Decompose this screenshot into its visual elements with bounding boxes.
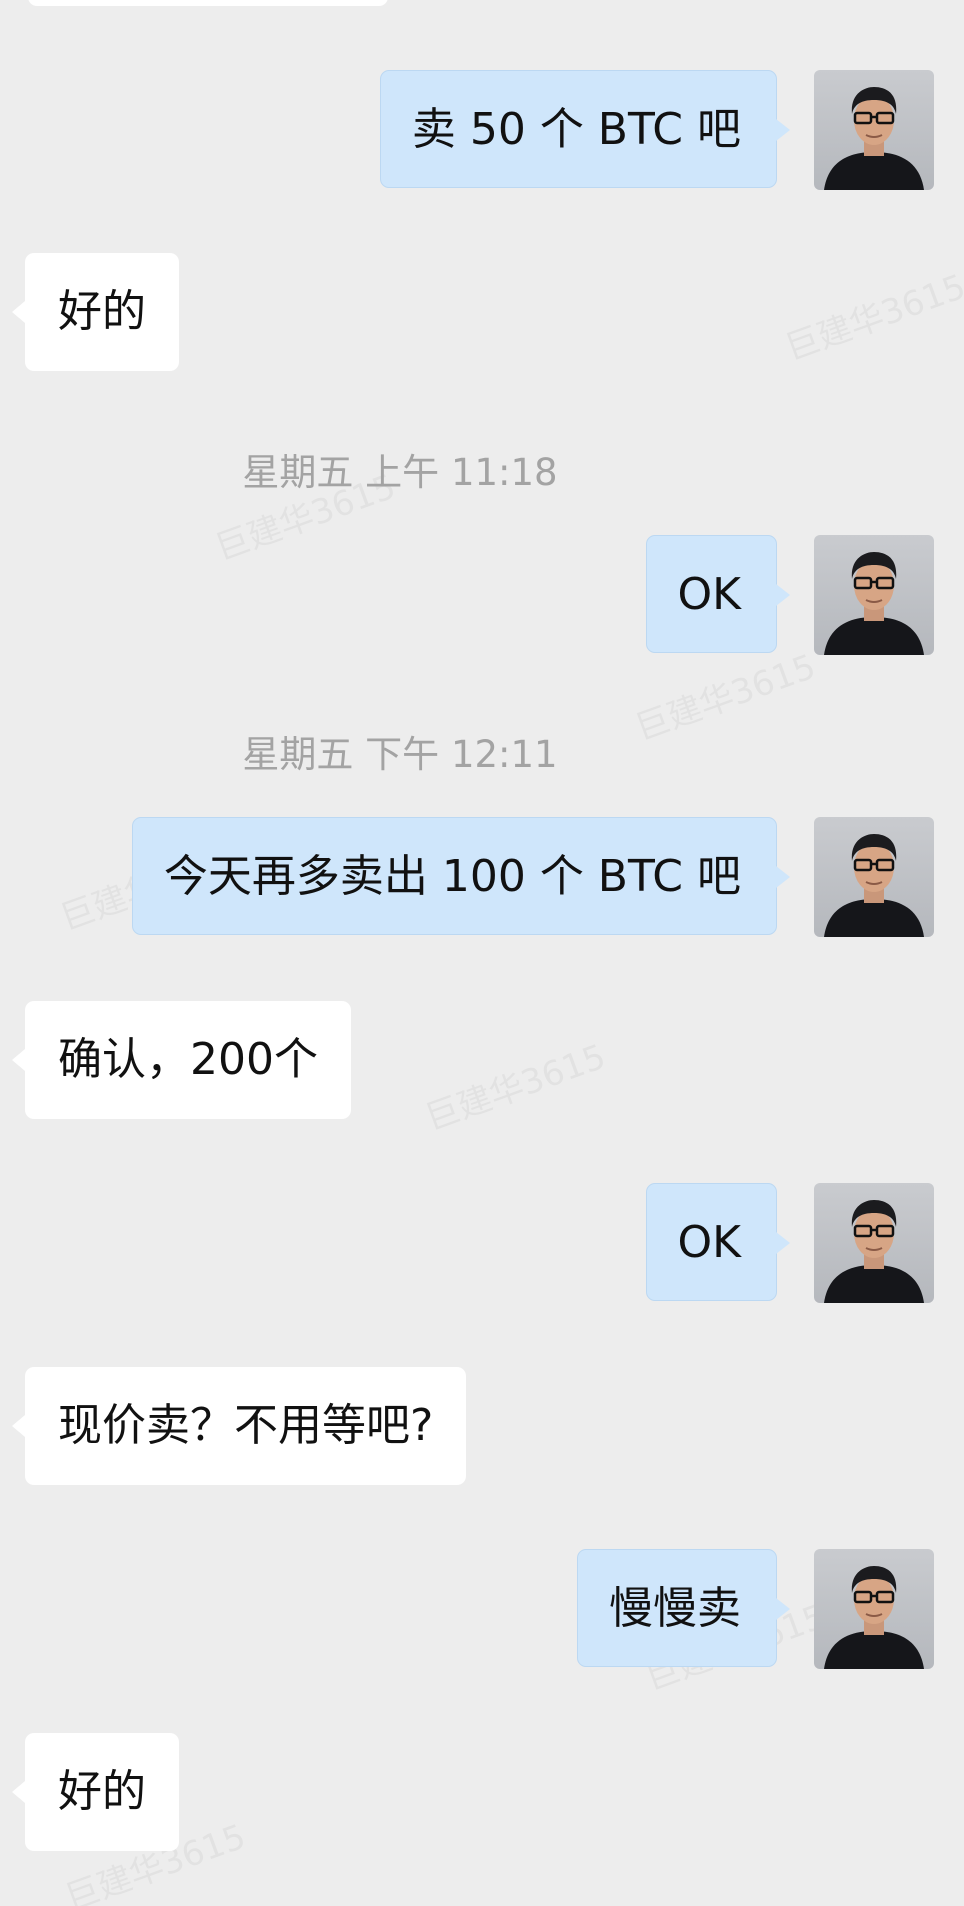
user-avatar-icon xyxy=(824,1200,924,1303)
previous-message-bubble[interactable] xyxy=(28,0,388,6)
user-avatar-icon xyxy=(824,1566,924,1669)
message-text: OK xyxy=(677,569,742,620)
user-avatar[interactable] xyxy=(814,817,934,937)
outgoing-message-bubble[interactable]: 慢慢卖 xyxy=(577,1549,790,1667)
outgoing-message-bubble[interactable]: 今天再多卖出 100 个 BTC 吧 xyxy=(131,817,791,935)
user-avatar[interactable] xyxy=(814,535,934,655)
message-timestamp: 星期五 下午 12:11 xyxy=(242,733,558,776)
message-text: 好的 xyxy=(58,1766,146,1817)
message-text: 好的 xyxy=(58,286,146,337)
outgoing-message-bubble[interactable]: OK xyxy=(645,535,790,653)
message-text: 慢慢卖 xyxy=(609,1583,741,1634)
outgoing-message-bubble[interactable]: 卖 50 个 BTC 吧 xyxy=(379,70,791,188)
incoming-message-bubble[interactable]: 好的 xyxy=(12,253,179,371)
user-avatar[interactable] xyxy=(814,1549,934,1669)
incoming-message-bubble[interactable]: 确认，200个 xyxy=(12,1001,351,1119)
message-timestamp: 星期五 上午 11:18 xyxy=(242,451,558,494)
user-avatar-icon xyxy=(824,552,924,655)
message-text: 确认，200个 xyxy=(58,1034,318,1085)
watermark: 巨建华3615 xyxy=(417,1029,611,1140)
incoming-message-bubble[interactable]: 好的 xyxy=(12,1733,179,1851)
message-text: OK xyxy=(677,1217,742,1268)
message-text: 今天再多卖出 100 个 BTC 吧 xyxy=(163,851,741,902)
outgoing-message-bubble[interactable]: OK xyxy=(645,1183,790,1301)
user-avatar-icon xyxy=(824,834,924,937)
user-avatar[interactable] xyxy=(814,1183,934,1303)
message-text: 卖 50 个 BTC 吧 xyxy=(411,104,741,155)
watermark: 巨建华3615 xyxy=(777,259,964,370)
user-avatar-icon xyxy=(824,87,924,190)
message-text: 现价卖？不用等吧? xyxy=(58,1400,434,1451)
user-avatar[interactable] xyxy=(814,70,934,190)
incoming-message-bubble[interactable]: 现价卖？不用等吧? xyxy=(11,1367,467,1485)
chat-message-list[interactable]: 巨建华3615 巨建华3615 巨建华3615 巨建华3615 巨建华3615 … xyxy=(0,0,964,1906)
